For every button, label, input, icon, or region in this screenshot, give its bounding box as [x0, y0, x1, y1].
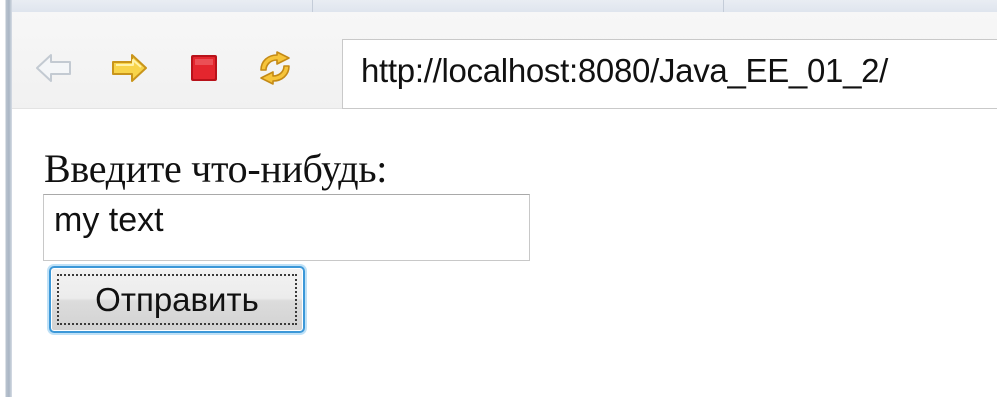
- refresh-icon: [260, 51, 290, 85]
- browser-toolbar: http://localhost:8080/Java_EE_01_2/: [12, 12, 997, 109]
- address-bar-url: http://localhost:8080/Java_EE_01_2/: [361, 52, 889, 89]
- refresh-button[interactable]: [255, 48, 295, 88]
- browser-window: http://localhost:8080/Java_EE_01_2/ Введ…: [0, 0, 997, 397]
- back-button[interactable]: [34, 48, 74, 88]
- page-content: Введите что-нибудь: my text Отправить: [12, 109, 997, 397]
- stop-icon: [191, 55, 217, 81]
- window-left-border: [0, 0, 12, 397]
- stop-button[interactable]: [184, 48, 224, 88]
- text-input[interactable]: my text: [43, 194, 530, 261]
- focus-ring: Отправить: [57, 274, 297, 325]
- prompt-label: Введите что-нибудь:: [44, 146, 388, 191]
- top-edge-divider: [312, 0, 313, 12]
- submit-button[interactable]: Отправить: [49, 266, 305, 333]
- top-edge-divider: [723, 0, 724, 12]
- address-bar[interactable]: http://localhost:8080/Java_EE_01_2/: [342, 39, 997, 109]
- window-top-edge: [0, 0, 997, 12]
- forward-arrow-icon: [112, 54, 147, 82]
- forward-button[interactable]: [109, 48, 149, 88]
- submit-button-label: Отправить: [95, 280, 259, 318]
- back-arrow-icon: [36, 54, 71, 82]
